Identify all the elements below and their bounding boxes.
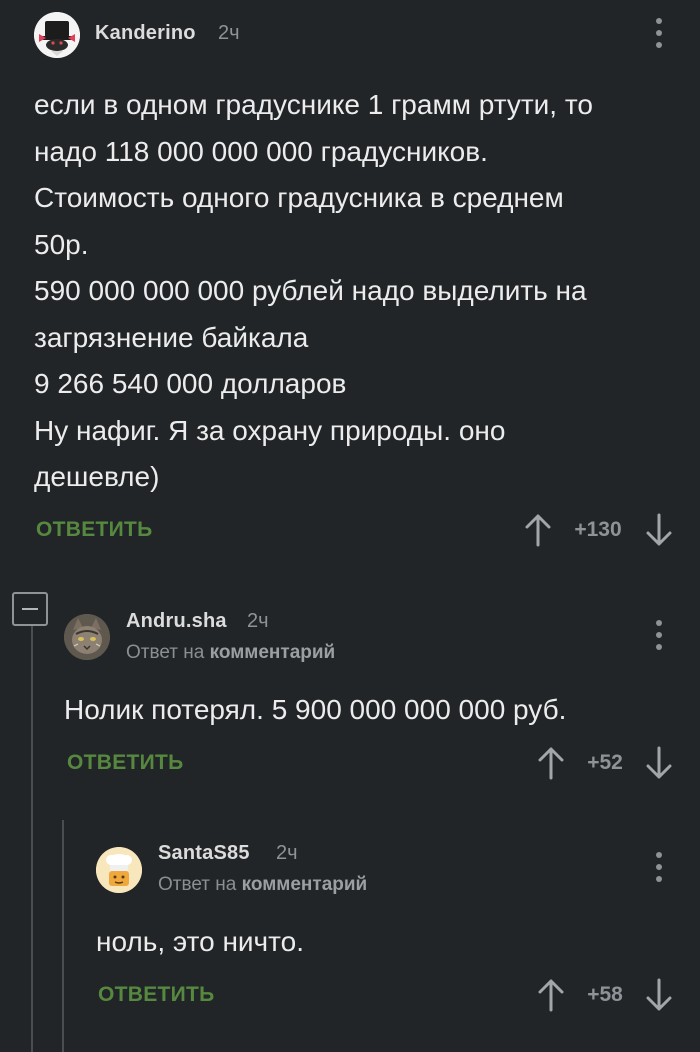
avatar[interactable] bbox=[96, 847, 142, 893]
comment-author[interactable]: Kanderino bbox=[95, 22, 196, 45]
reply-button[interactable]: ОТВЕТИТЬ bbox=[36, 518, 153, 542]
reply-button[interactable]: ОТВЕТИТЬ bbox=[98, 983, 215, 1007]
reply-to-prefix: Ответ на bbox=[126, 642, 205, 663]
top-hat-avatar-icon bbox=[34, 12, 80, 58]
thread-line-level-1 bbox=[31, 626, 33, 1052]
reply-to-target[interactable]: комментарий bbox=[210, 642, 336, 663]
reply-button[interactable]: ОТВЕТИТЬ bbox=[67, 751, 184, 775]
arrow-up-icon[interactable] bbox=[537, 978, 565, 1012]
reply-to-link[interactable]: Ответ на комментарий bbox=[126, 642, 335, 664]
rating-value: +58 bbox=[587, 983, 623, 1006]
reply-to-prefix: Ответ на bbox=[158, 874, 237, 895]
arrow-up-icon[interactable] bbox=[537, 746, 565, 780]
comment-text: если в одном градуснике 1 грамм ртути, т… bbox=[34, 89, 593, 492]
comment-time: 2ч bbox=[276, 842, 298, 864]
comment-text: ноль, это ничто. bbox=[96, 926, 304, 957]
comment-time: 2ч bbox=[247, 610, 269, 632]
comment-time: 2ч bbox=[218, 22, 240, 44]
collapse-thread-button[interactable] bbox=[12, 592, 48, 626]
cat-avatar-icon bbox=[64, 614, 110, 660]
chef-avatar-icon bbox=[96, 847, 142, 893]
rating-value: +52 bbox=[587, 751, 623, 774]
thread-line-level-2 bbox=[62, 820, 64, 1052]
more-vertical-icon[interactable] bbox=[649, 618, 669, 652]
reply-to-target[interactable]: комментарий bbox=[242, 874, 368, 895]
arrow-up-icon[interactable] bbox=[524, 513, 552, 547]
more-vertical-icon[interactable] bbox=[649, 16, 669, 50]
comment-author[interactable]: Andru.sha bbox=[126, 610, 227, 633]
comment-author[interactable]: SantaS85 bbox=[158, 842, 250, 865]
more-vertical-icon[interactable] bbox=[649, 850, 669, 884]
reply-to-link[interactable]: Ответ на комментарий bbox=[158, 874, 367, 896]
rating-value: +130 bbox=[574, 518, 622, 541]
arrow-down-icon[interactable] bbox=[645, 513, 673, 547]
avatar[interactable] bbox=[34, 12, 80, 58]
avatar[interactable] bbox=[64, 614, 110, 660]
arrow-down-icon[interactable] bbox=[645, 746, 673, 780]
comment-text: Нолик потерял. 5 900 000 000 000 руб. bbox=[64, 694, 567, 725]
arrow-down-icon[interactable] bbox=[645, 978, 673, 1012]
